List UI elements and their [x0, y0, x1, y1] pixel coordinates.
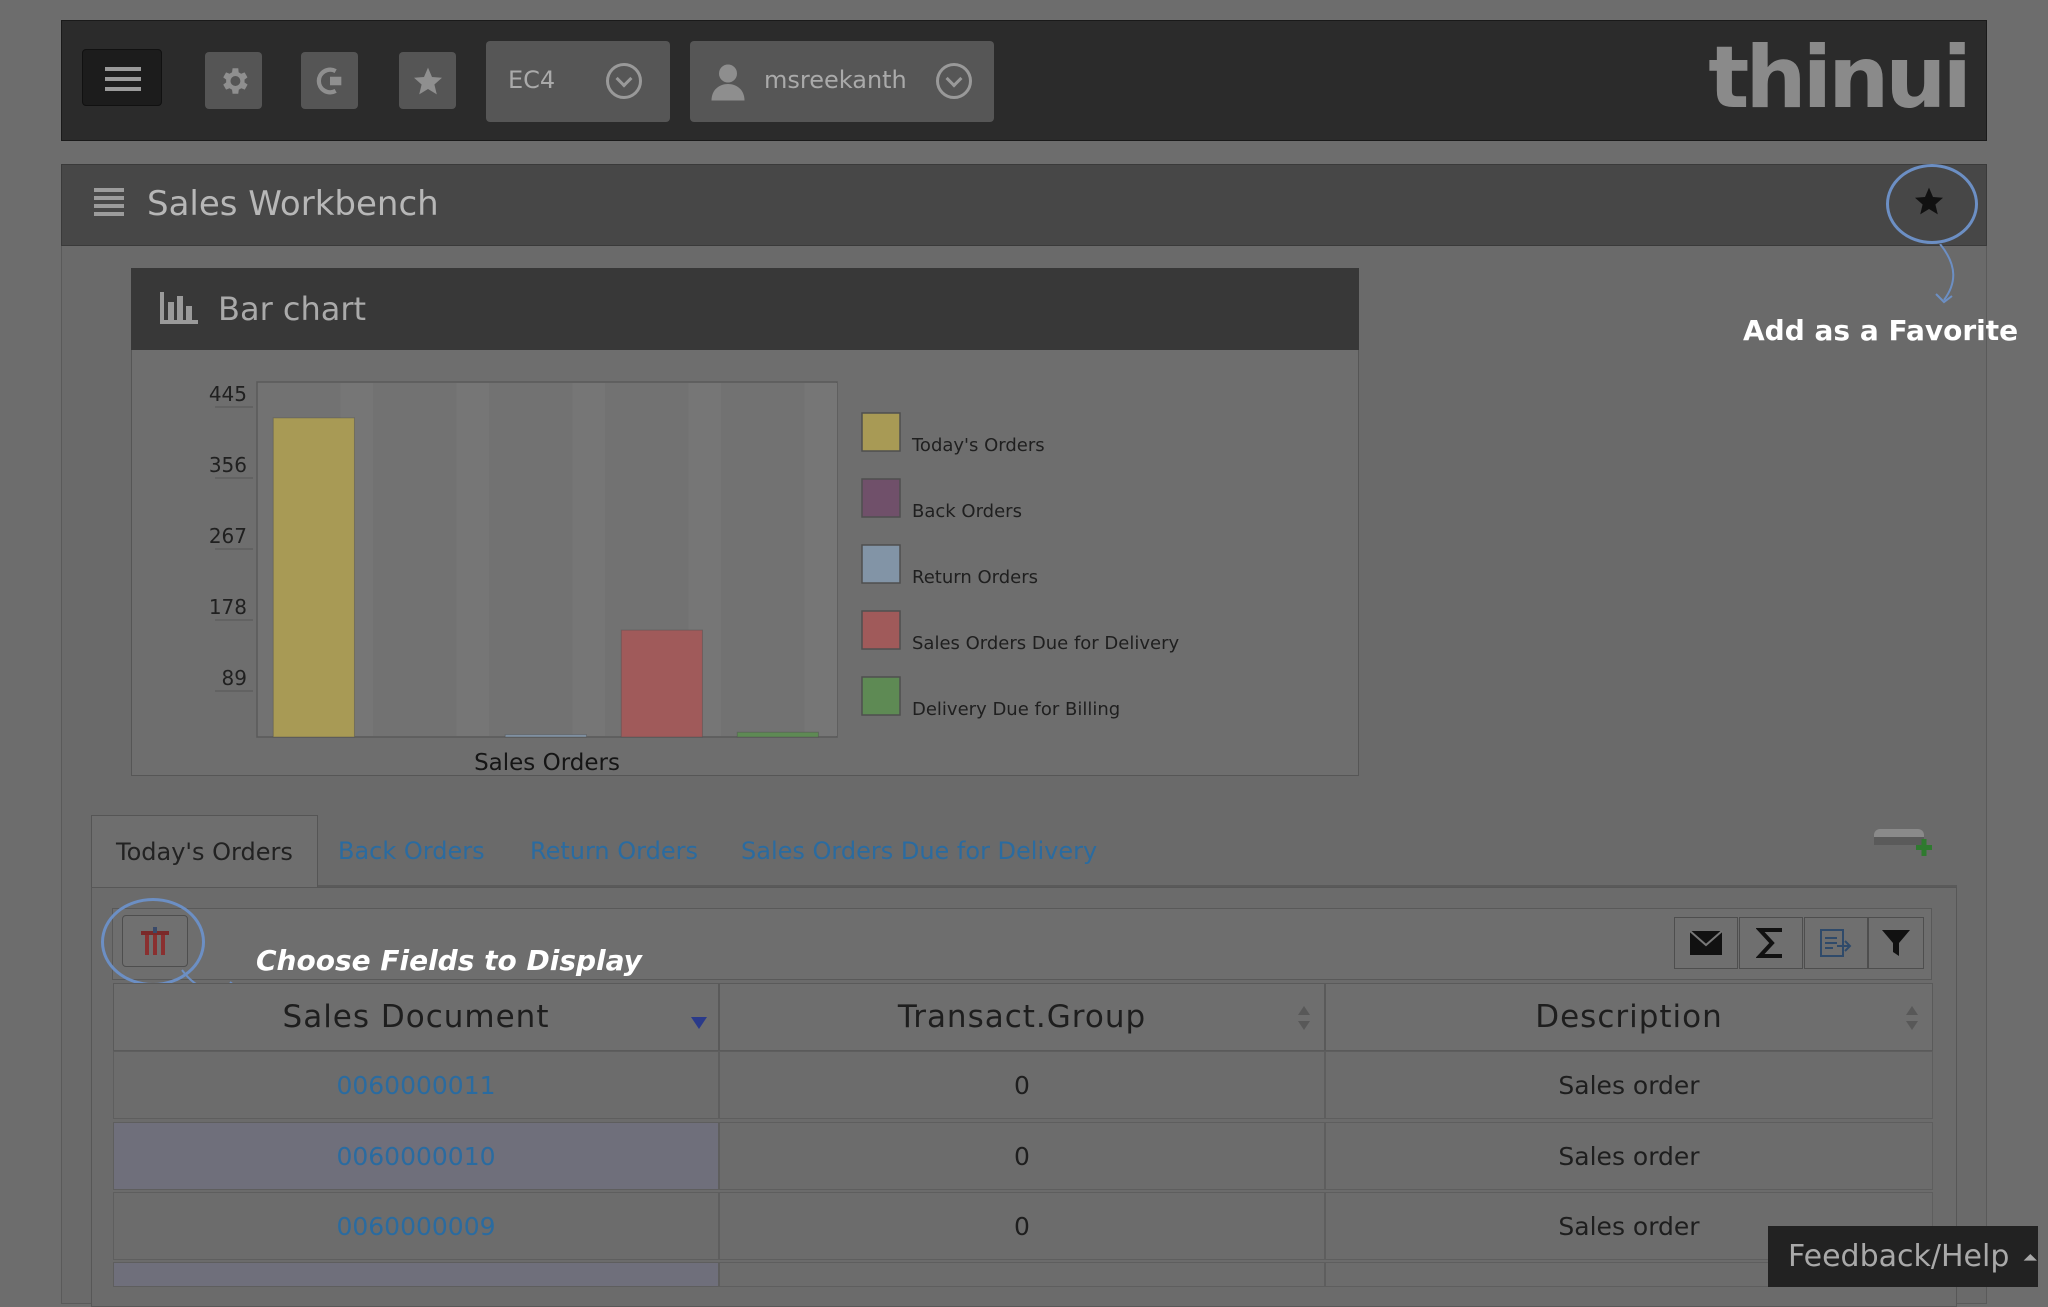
chevron-up-icon — [2023, 1253, 2038, 1261]
y-tick-label: 89 — [222, 666, 247, 690]
feedback-help-button[interactable]: Feedback/Help — [1768, 1226, 2038, 1287]
column-header-label: Description — [1535, 999, 1723, 1035]
chart-title: Bar chart — [218, 290, 367, 328]
sigma-icon — [1756, 928, 1782, 958]
page-title: Sales Workbench — [147, 184, 439, 224]
plot-band — [572, 383, 605, 736]
y-tick-label: 356 — [209, 453, 247, 477]
legend-swatch — [861, 610, 901, 650]
list-icon — [94, 188, 124, 216]
chevron-down-icon — [606, 63, 642, 99]
table-cell-description: Sales order — [1325, 1122, 1933, 1190]
legend-swatch — [861, 544, 901, 584]
add-report-icon[interactable] — [1872, 823, 1938, 863]
settings-button[interactable] — [205, 52, 262, 109]
column-header-label: Transact.Group — [897, 999, 1147, 1035]
bar — [736, 731, 819, 738]
bar — [620, 629, 703, 738]
table-cell-sales-document[interactable]: 0060000009 — [113, 1192, 719, 1260]
favorite-annotation: Add as a Favorite — [1743, 314, 2019, 347]
legend-label: Back Orders — [912, 501, 1022, 522]
table-cell-transact-group — [719, 1262, 1325, 1287]
system-dropdown[interactable]: EC4 — [486, 41, 670, 122]
fields-annotation: Choose Fields to Display — [256, 944, 642, 977]
y-tick-label: 178 — [209, 595, 247, 619]
email-button[interactable] — [1674, 917, 1738, 969]
legend-swatch — [861, 676, 901, 716]
favorites-button[interactable] — [399, 52, 456, 109]
export-icon — [1820, 929, 1852, 957]
logoff-button[interactable] — [301, 52, 358, 109]
legend-label: Delivery Due for Billing — [912, 699, 1120, 720]
bar — [504, 734, 587, 738]
bar-chart: 89 178 267 356 445 Sales Orders Today's Orders… — [209, 381, 1179, 776]
envelope-icon — [1689, 930, 1723, 955]
column-header-sales-document[interactable]: Sales Document — [113, 983, 719, 1051]
logoff-icon — [316, 67, 341, 94]
export-button[interactable] — [1804, 917, 1868, 969]
table-cell-sales-document[interactable]: 0060000011 — [113, 1051, 719, 1119]
column-header-description[interactable]: Description — [1325, 983, 1933, 1051]
filter-icon — [1882, 930, 1910, 956]
table-cell-sales-document[interactable] — [113, 1262, 719, 1287]
sort-desc-icon[interactable] — [690, 1016, 708, 1030]
x-axis-label: Sales Orders — [474, 750, 620, 776]
bar — [272, 417, 355, 738]
table-cell-transact-group: 0 — [719, 1192, 1325, 1260]
table-cell-description: Sales order — [1325, 1051, 1933, 1119]
plot-band — [804, 383, 837, 736]
system-label: EC4 — [508, 66, 556, 94]
column-header-label: Sales Document — [282, 999, 550, 1035]
table-cell-transact-group: 0 — [719, 1051, 1325, 1119]
user-icon — [711, 64, 745, 101]
sort-icon[interactable] — [1904, 1004, 1920, 1032]
filter-button[interactable] — [1868, 917, 1924, 969]
annotation-arrow — [1935, 244, 1955, 304]
hamburger-menu-button[interactable] — [82, 49, 162, 106]
table-cell-transact-group: 0 — [719, 1122, 1325, 1190]
tab-return-orders[interactable]: Return Orders — [530, 815, 698, 887]
plot-band — [456, 383, 489, 736]
sum-button[interactable] — [1739, 917, 1803, 969]
thinui-logo: thinui — [1708, 28, 1972, 128]
legend-label: Sales Orders Due for Delivery — [912, 633, 1179, 654]
sort-icon[interactable] — [1296, 1004, 1312, 1032]
gear-icon — [222, 67, 248, 94]
legend-swatch — [861, 412, 901, 452]
legend-label: Return Orders — [912, 567, 1038, 588]
chevron-down-icon — [936, 63, 972, 99]
user-dropdown[interactable]: msreekanth — [690, 41, 994, 122]
feedback-label: Feedback/Help — [1788, 1239, 2010, 1274]
legend-label: Today's Orders — [911, 435, 1045, 456]
tab-sales-orders-due-delivery[interactable]: Sales Orders Due for Delivery — [741, 815, 1097, 887]
y-tick-label: 267 — [209, 524, 247, 548]
tab-back-orders[interactable]: Back Orders — [338, 815, 485, 887]
star-icon — [413, 67, 442, 94]
bar-chart-icon — [160, 292, 198, 324]
legend-swatch — [861, 478, 901, 518]
table-cell-sales-document[interactable]: 0060000010 — [113, 1122, 719, 1190]
column-header-transact-group[interactable]: Transact.Group — [719, 983, 1325, 1051]
tab-todays-orders[interactable]: Today's Orders — [91, 815, 318, 887]
annotation-circle — [1886, 164, 1978, 244]
y-tick-label: 445 — [209, 382, 247, 406]
user-name: msreekanth — [764, 66, 907, 94]
